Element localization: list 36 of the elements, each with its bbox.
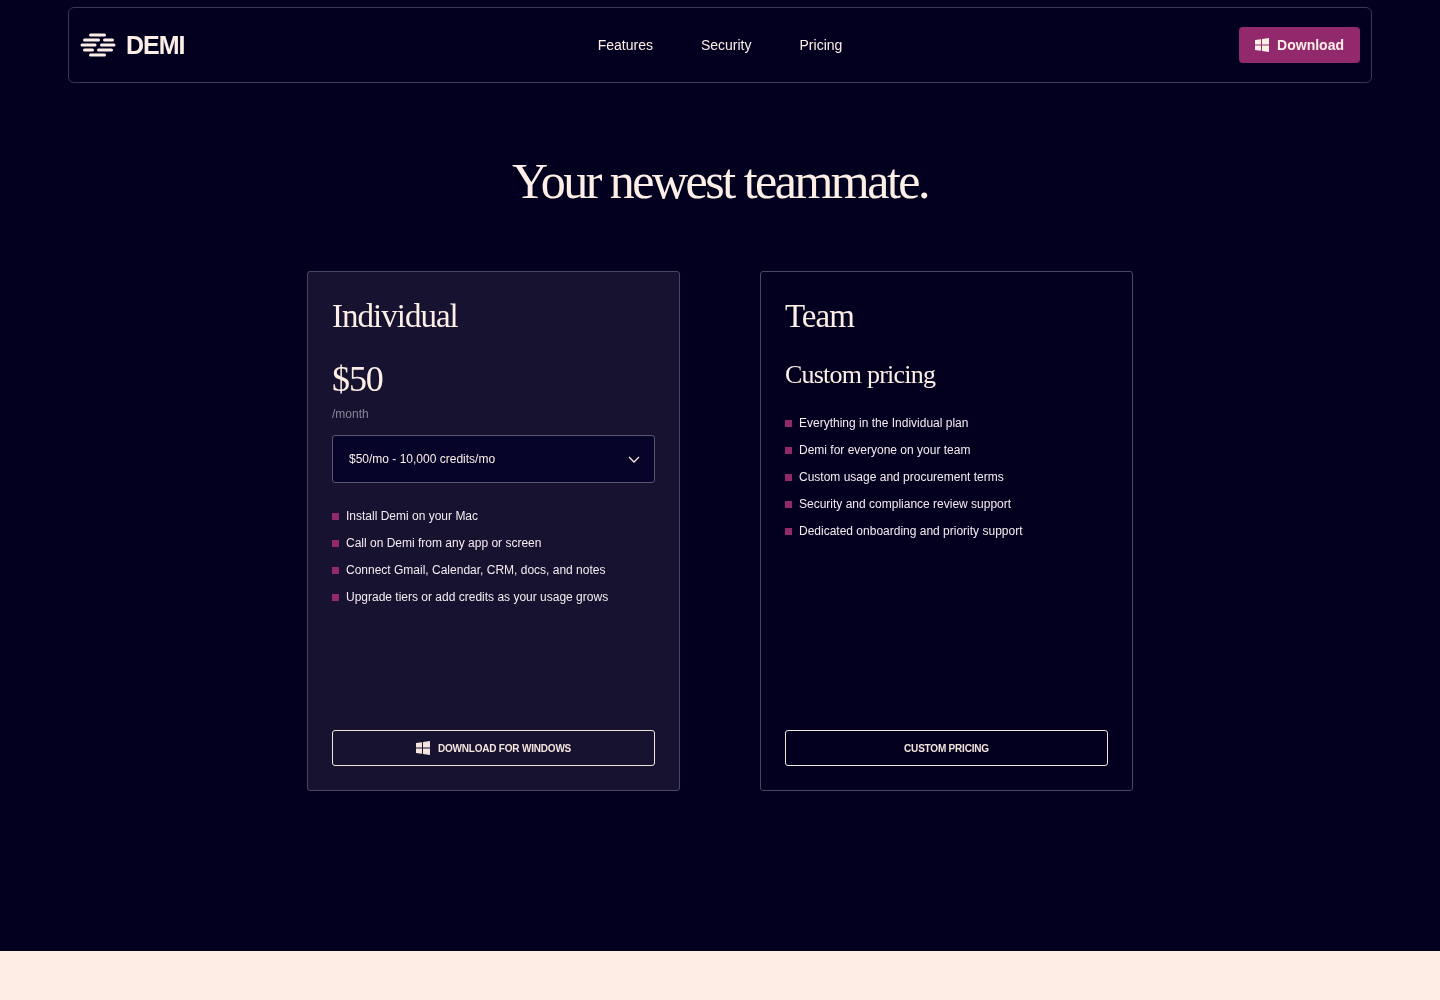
feature-text: Custom usage and procurement terms	[799, 469, 1004, 485]
chevron-down-icon	[628, 455, 640, 463]
plan-name: Individual	[332, 297, 459, 336]
bullet-icon	[332, 593, 339, 601]
nav-link[interactable]: Security	[700, 35, 752, 55]
bullet-icon	[785, 500, 792, 508]
plan-subtitle: Custom pricing	[785, 359, 937, 391]
bullet-icon	[785, 446, 792, 454]
feature-text: Security and compliance review support	[799, 496, 1012, 512]
feature-text: Demi for everyone on your team	[799, 442, 971, 458]
nav-link[interactable]: Features	[597, 35, 653, 55]
plan-name: Team	[785, 297, 856, 336]
bullet-icon	[785, 473, 792, 481]
bullet-icon	[785, 527, 792, 535]
plan-button[interactable]: DOWNLOAD FOR WINDOWS	[332, 730, 655, 766]
windows-icon	[1255, 38, 1270, 52]
feature-text: Connect Gmail, Calendar, CRM, docs, and notes	[346, 562, 606, 578]
bullet-icon	[785, 419, 792, 427]
logo-icon	[80, 33, 116, 57]
windows-icon	[415, 741, 430, 755]
bullet-icon	[332, 512, 339, 520]
feature-text: Dedicated onboarding and priority support	[799, 523, 1023, 539]
price-period: /month	[332, 406, 370, 422]
plan-button[interactable]: CUSTOM PRICING	[785, 730, 1108, 766]
nav-link[interactable]: Pricing	[799, 35, 843, 55]
bullet-icon	[332, 539, 339, 547]
download-button[interactable]: Download	[1239, 27, 1360, 63]
feature-text: Install Demi on your Mac	[346, 508, 479, 524]
feature-text: Upgrade tiers or add credits as your usage grows	[346, 589, 609, 605]
hero-title: Your newest teammate.	[512, 153, 928, 209]
feature-text: Call on Demi from any app or screen	[346, 535, 542, 551]
feature-text: Everything in the Individual plan	[799, 415, 969, 431]
plan-price: $50	[332, 359, 384, 399]
tier-select[interactable]: $50/mo - 10,000 credits/mo	[332, 435, 655, 483]
brand-logo[interactable]: DEMI	[80, 32, 185, 58]
bullet-icon	[332, 566, 339, 574]
